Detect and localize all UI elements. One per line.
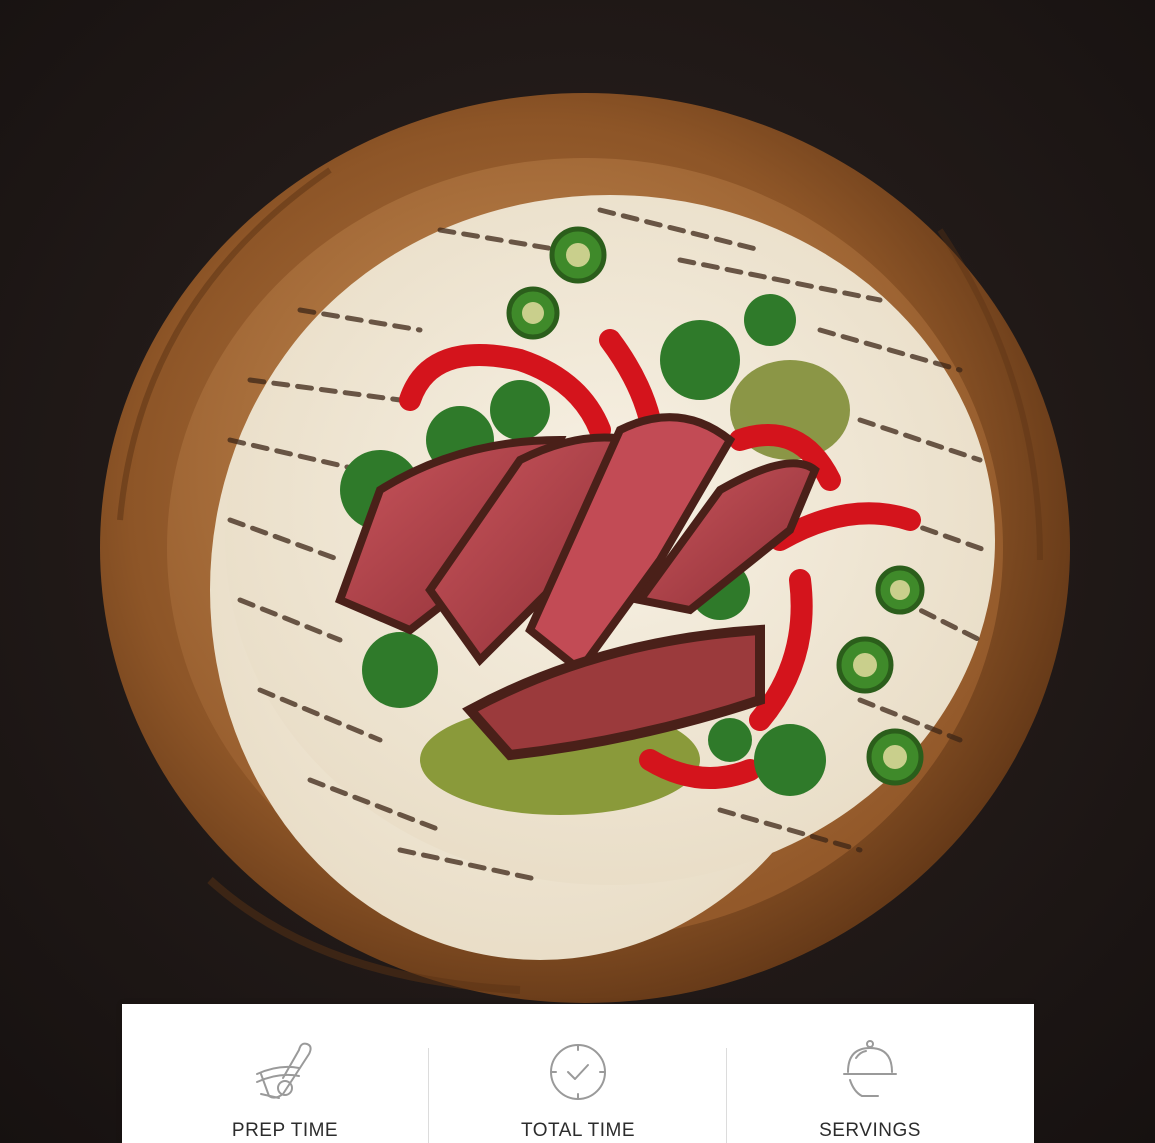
steak-taco-illustration	[0, 0, 1155, 1143]
servings-label: SERVINGS	[819, 1120, 921, 1141]
total-time-stat: TOTAL TIME	[428, 1004, 728, 1143]
cloche-icon	[843, 1040, 897, 1097]
prep-time-stat: PREP TIME	[135, 1004, 435, 1143]
total-time-label: TOTAL TIME	[520, 1120, 636, 1141]
hero-food-image	[0, 0, 1155, 1143]
prep-time-label: PREP TIME	[231, 1120, 339, 1141]
servings-stat: SERVINGS	[720, 1004, 1020, 1143]
clock-icon	[550, 1044, 606, 1100]
recipe-stats-card: PREP TIME TOTAL TIME SERVINGS	[122, 1004, 1034, 1143]
cutting-board-icon	[256, 1042, 312, 1099]
